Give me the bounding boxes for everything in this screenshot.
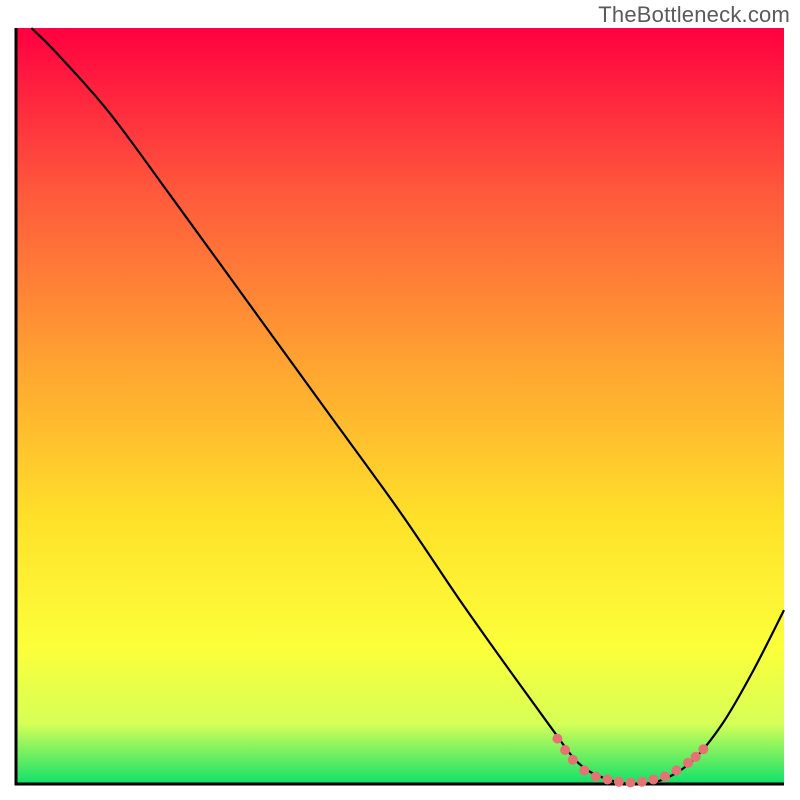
chart-container: TheBottleneck.com: [0, 0, 800, 800]
data-marker: [614, 777, 624, 787]
bottleneck-chart: [0, 0, 800, 800]
data-marker: [568, 755, 578, 765]
watermark-text: TheBottleneck.com: [598, 2, 790, 28]
data-marker: [637, 777, 647, 787]
data-marker: [560, 745, 570, 755]
data-marker: [579, 765, 589, 775]
data-marker: [691, 752, 701, 762]
data-marker: [602, 774, 612, 784]
data-marker: [625, 777, 635, 787]
data-marker: [660, 771, 670, 781]
data-marker: [671, 765, 681, 775]
data-marker: [591, 771, 601, 781]
data-marker: [648, 774, 658, 784]
data-marker: [552, 734, 562, 744]
data-marker: [698, 744, 708, 754]
